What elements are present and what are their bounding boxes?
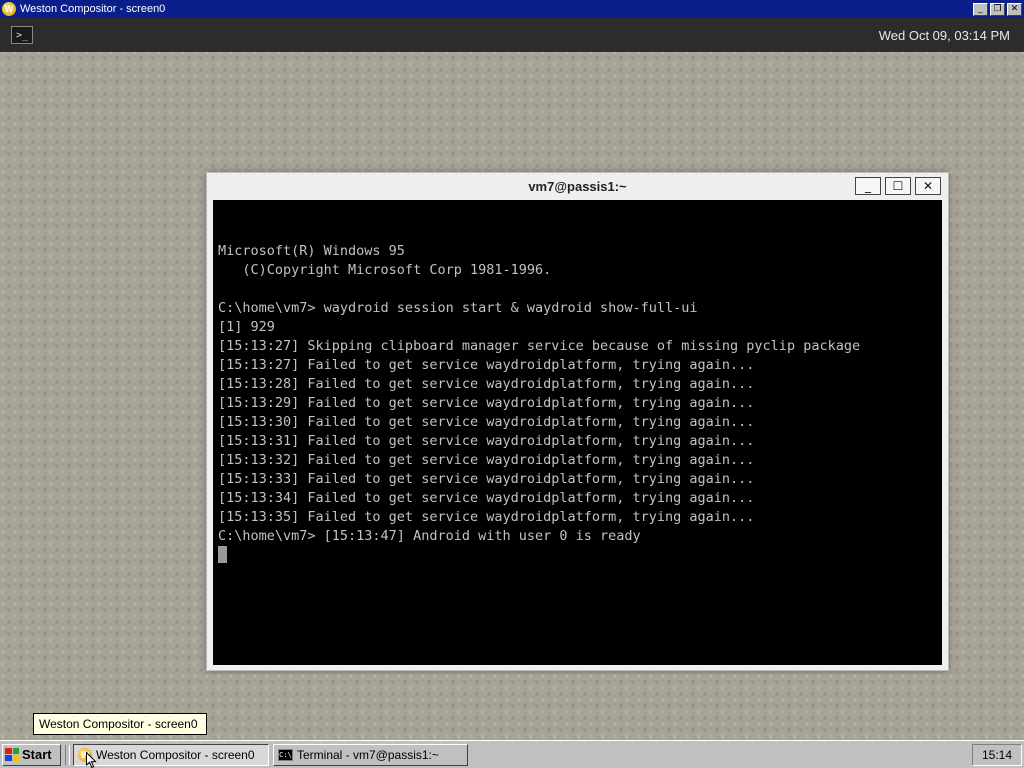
terminal-line: [15:13:35] Failed to get service waydroi… [218,509,755,525]
mouse-pointer-icon [86,752,97,768]
terminal-line: [15:13:30] Failed to get service waydroi… [218,414,755,430]
host-window-title: Weston Compositor - screen0 [20,3,166,15]
terminal-line: [15:13:29] Failed to get service waydroi… [218,395,755,411]
windows-logo-icon [5,748,19,761]
terminal-minimize-button[interactable]: _ [855,177,881,195]
terminal-line: [15:13:33] Failed to get service waydroi… [218,471,755,487]
tray-clock-text: 15:14 [981,747,1013,762]
terminal-icon: C:\ [278,748,293,761]
host-window-controls: _ ❐ ✕ [973,2,1022,16]
minimize-button[interactable]: _ [973,2,988,16]
terminal-line: [15:13:28] Failed to get service waydroi… [218,376,755,392]
terminal-line: [15:13:31] Failed to get service waydroi… [218,433,755,449]
weston-panel: >_ Wed Oct 09, 03:14 PM [0,18,1024,52]
terminal-window-controls: _ ☐ ✕ [855,177,941,195]
terminal-output[interactable]: Microsoft(R) Windows 95 (C)Copyright Mic… [213,200,942,665]
terminal-window: vm7@passis1:~ _ ☐ ✕ Microsoft(R) Windows… [206,172,949,671]
terminal-line: [15:13:27] Failed to get service waydroi… [218,357,755,373]
terminal-window-title: vm7@passis1:~ [528,179,627,194]
terminal-line: C:\home\vm7> [15:13:47] Android with use… [218,528,641,544]
taskbar-item-weston[interactable]: W Weston Compositor - screen0 [73,743,269,766]
terminal-cursor [218,546,227,563]
host-title-bar[interactable]: W Weston Compositor - screen0 _ ❐ ✕ [0,0,1024,18]
panel-clock: Wed Oct 09, 03:14 PM [878,27,1010,43]
taskbar-tooltip: Weston Compositor - screen0 [33,713,207,735]
terminal-line: [1] 929 [218,319,275,335]
terminal-line: C:\home\vm7> waydroid session start & wa… [218,300,698,316]
terminal-close-button[interactable]: ✕ [915,177,941,195]
start-label: Start [22,747,52,762]
terminal-prompt-line [218,546,942,565]
taskbar-separator [65,744,70,765]
restore-button[interactable]: ❐ [990,2,1005,16]
taskbar-item-terminal[interactable]: C:\ Terminal - vm7@passis1:~ [273,743,468,766]
system-tray-clock[interactable]: 15:14 [972,743,1022,766]
terminal-line: Microsoft(R) Windows 95 [218,243,405,259]
terminal-line: [15:13:32] Failed to get service waydroi… [218,452,755,468]
taskbar: Start W Weston Compositor - screen0 C:\ … [0,740,1024,768]
terminal-line: (C)Copyright Microsoft Corp 1981-1996. [218,262,552,278]
terminal-title-bar[interactable]: vm7@passis1:~ _ ☐ ✕ [207,173,948,200]
start-button[interactable]: Start [2,743,61,766]
weston-icon[interactable]: W [2,2,16,16]
close-button[interactable]: ✕ [1007,2,1022,16]
terminal-maximize-button[interactable]: ☐ [885,177,911,195]
terminal-line: [15:13:34] Failed to get service waydroi… [218,490,755,506]
terminal-line: [15:13:27] Skipping clipboard manager se… [218,338,861,354]
taskbar-item-label: Terminal - vm7@passis1:~ [297,747,439,762]
terminal-launcher-icon[interactable]: >_ [11,26,33,44]
taskbar-item-label: Weston Compositor - screen0 [96,747,255,762]
